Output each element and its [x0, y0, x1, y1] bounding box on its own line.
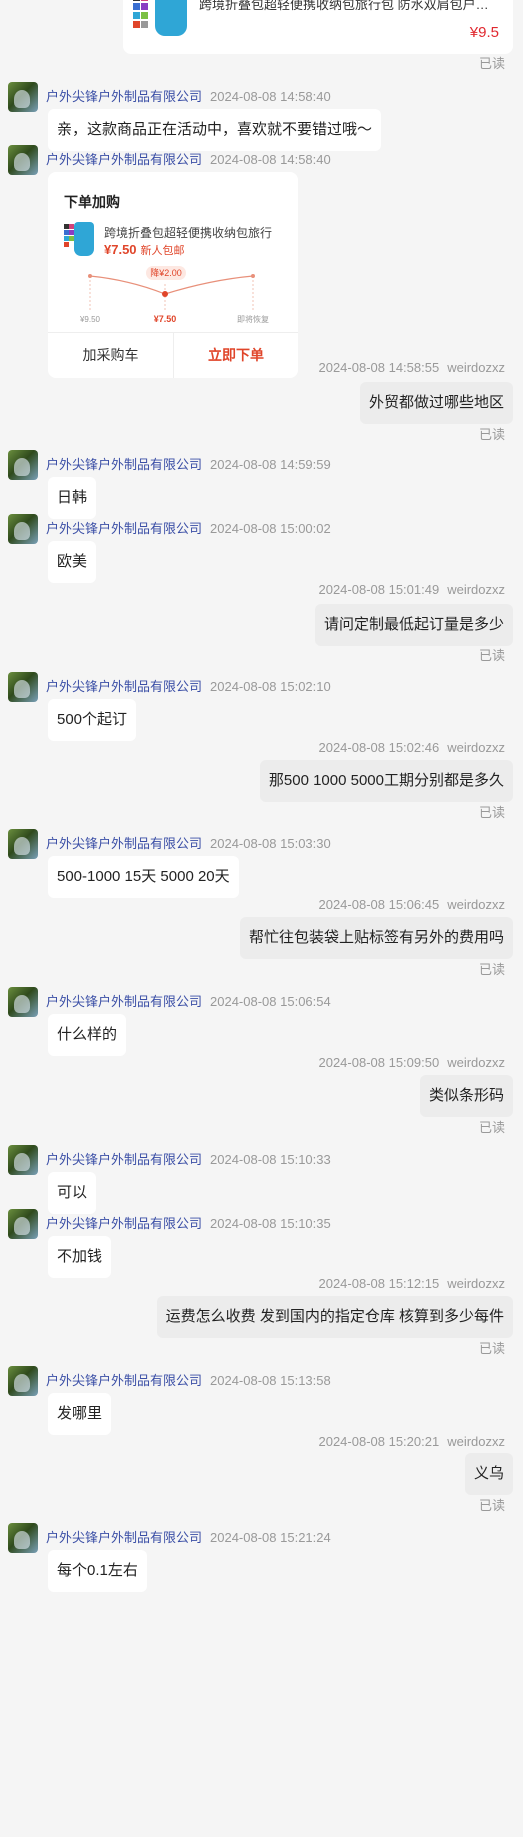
message-time: 2024-08-08 15:13:58: [210, 1373, 331, 1388]
read-receipt: 已读: [478, 1341, 505, 1356]
sender-name: 户外尖锋户外制品有限公司: [46, 1216, 203, 1231]
avatar[interactable]: [8, 1366, 38, 1396]
sender-name: weirdozxz: [447, 1276, 505, 1291]
price-drop-badge: 降¥2.00: [150, 267, 182, 278]
sender-name: weirdozxz: [447, 740, 505, 755]
message-bubble-outgoing[interactable]: 帮忙往包装袋上贴标签有另外的费用吗: [239, 917, 513, 959]
product-title: 跨境折叠包超轻便携收纳包旅行包 防水双肩包户外运…: [199, 0, 499, 12]
message-bubble-outgoing[interactable]: 运费怎么收费 发到国内的指定仓库 核算到多少每件: [156, 1296, 513, 1338]
buy-now-button[interactable]: 立即下单: [174, 332, 298, 378]
sender-name: 户外尖锋户外制品有限公司: [46, 457, 203, 472]
sender-name: weirdozxz: [447, 1434, 505, 1449]
sender-name: 户外尖锋户外制品有限公司: [46, 521, 203, 536]
message-time: 2024-08-08 14:58:40: [210, 89, 331, 104]
message-bubble[interactable]: 每个0.1左右: [48, 1550, 147, 1592]
message-meta: 2024-08-08 14:58:55 weirdozxz: [318, 360, 505, 375]
read-receipt: 已读: [478, 962, 505, 977]
sender-name: 户外尖锋户外制品有限公司: [46, 994, 203, 1009]
product-thumbnail: [133, 0, 193, 40]
message-bubble[interactable]: 日韩: [48, 477, 97, 519]
message-time: 2024-08-08 15:00:02: [210, 521, 331, 536]
message-bubble[interactable]: 亲，这款商品正在活动中，喜欢就不要错过哦～: [48, 109, 382, 151]
price-trend-graph: 降¥2.00 ¥9.50 ¥7.50 即将恢复: [79, 266, 269, 324]
add-to-cart-button[interactable]: 加采购车: [48, 332, 173, 378]
message-bubble[interactable]: 不加钱: [48, 1236, 112, 1278]
message-meta: 2024-08-08 15:12:15 weirdozxz: [318, 1276, 505, 1291]
message-time: 2024-08-08 14:58:55: [318, 360, 440, 375]
order-card-thumbnail: [64, 222, 96, 258]
message-bubble[interactable]: 可以: [48, 1172, 97, 1214]
sender-name: 户外尖锋户外制品有限公司: [46, 152, 203, 167]
message-time: 2024-08-08 15:01:49: [318, 582, 440, 597]
message-bubble[interactable]: 500个起订: [48, 699, 137, 741]
message-time: 2024-08-08 14:58:40: [210, 152, 331, 167]
message-meta: 2024-08-08 15:02:46 weirdozxz: [318, 740, 505, 755]
message-meta: 2024-08-08 15:06:45 weirdozxz: [318, 897, 505, 912]
message-time: 2024-08-08 15:02:10: [210, 679, 331, 694]
price-point-current: ¥7.50: [154, 314, 177, 324]
product-price: ¥9.5: [469, 24, 499, 41]
message-bubble-outgoing[interactable]: 请问定制最低起订量是多少: [314, 604, 513, 646]
sender-name: 户外尖锋户外制品有限公司: [46, 1373, 203, 1388]
price-point-left: ¥9.50: [79, 315, 101, 324]
sender-name: 户外尖锋户外制品有限公司: [46, 836, 203, 851]
read-receipt: 已读: [478, 56, 505, 71]
read-receipt: 已读: [478, 1498, 505, 1513]
message-bubble[interactable]: 欧美: [48, 541, 97, 583]
message-time: 2024-08-08 15:06:45: [318, 897, 440, 912]
message-bubble[interactable]: 什么样的: [48, 1014, 127, 1056]
message-bubble[interactable]: 500-1000 15天 5000 20天: [48, 856, 239, 898]
avatar[interactable]: [8, 1145, 38, 1175]
message-time: 2024-08-08 15:03:30: [210, 836, 331, 851]
product-card[interactable]: 跨境折叠包超轻便携收纳包旅行包 防水双肩包户外运… ¥9.5: [123, 0, 513, 54]
avatar[interactable]: [8, 514, 38, 544]
order-card-price: ¥7.50 新人包邮: [104, 242, 185, 257]
avatar[interactable]: [8, 987, 38, 1017]
read-receipt: 已读: [478, 805, 505, 820]
avatar[interactable]: [8, 82, 38, 112]
avatar[interactable]: [8, 829, 38, 859]
sender-name: 户外尖锋户外制品有限公司: [46, 679, 203, 694]
message-bubble-outgoing[interactable]: 类似条形码: [419, 1075, 513, 1117]
price-point-right: 即将恢复: [237, 314, 269, 324]
sender-name: 户外尖锋户外制品有限公司: [46, 89, 203, 104]
message-time: 2024-08-08 15:09:50: [318, 1055, 440, 1070]
message-bubble-outgoing[interactable]: 那500 1000 5000工期分别都是多久: [259, 760, 513, 802]
message-time: 2024-08-08 15:10:33: [210, 1152, 331, 1167]
sender-name: 户外尖锋户外制品有限公司: [46, 1152, 203, 1167]
message-time: 2024-08-08 15:21:24: [210, 1530, 331, 1545]
order-card-product-name: 跨境折叠包超轻便携收纳包旅行: [104, 226, 273, 240]
avatar[interactable]: [8, 1523, 38, 1553]
sender-name: weirdozxz: [447, 1055, 505, 1070]
sender-name: weirdozxz: [447, 582, 505, 597]
avatar[interactable]: [8, 672, 38, 702]
avatar[interactable]: [8, 1209, 38, 1239]
message-time: 2024-08-08 15:02:46: [318, 740, 440, 755]
read-receipt: 已读: [478, 648, 505, 663]
avatar[interactable]: [8, 450, 38, 480]
message-bubble-outgoing[interactable]: 外贸都做过哪些地区: [359, 382, 513, 424]
order-card[interactable]: 下单加购 跨境折叠包超轻便携收纳包旅行 ¥7.50 新人包邮 降¥2.00 ¥9.…: [48, 172, 298, 378]
message-time: 2024-08-08 15:06:54: [210, 994, 331, 1009]
read-receipt: 已读: [478, 427, 505, 442]
message-bubble[interactable]: 发哪里: [48, 1393, 112, 1435]
message-time: 2024-08-08 15:10:35: [210, 1216, 331, 1231]
sender-name: weirdozxz: [447, 360, 505, 375]
sender-name: 户外尖锋户外制品有限公司: [46, 1530, 203, 1545]
avatar[interactable]: [8, 145, 38, 175]
message-meta: 2024-08-08 15:09:50 weirdozxz: [318, 1055, 505, 1070]
message-time: 2024-08-08 15:20:21: [318, 1434, 440, 1449]
order-card-title: 下单加购: [64, 194, 120, 210]
read-receipt: 已读: [478, 1120, 505, 1135]
message-bubble-outgoing[interactable]: 义乌: [464, 1453, 513, 1495]
message-time: 2024-08-08 15:12:15: [318, 1276, 440, 1291]
sender-name: weirdozxz: [447, 897, 505, 912]
message-meta: 2024-08-08 15:01:49 weirdozxz: [318, 582, 505, 597]
message-meta: 2024-08-08 15:20:21 weirdozxz: [318, 1434, 505, 1449]
message-time: 2024-08-08 14:59:59: [210, 457, 331, 472]
